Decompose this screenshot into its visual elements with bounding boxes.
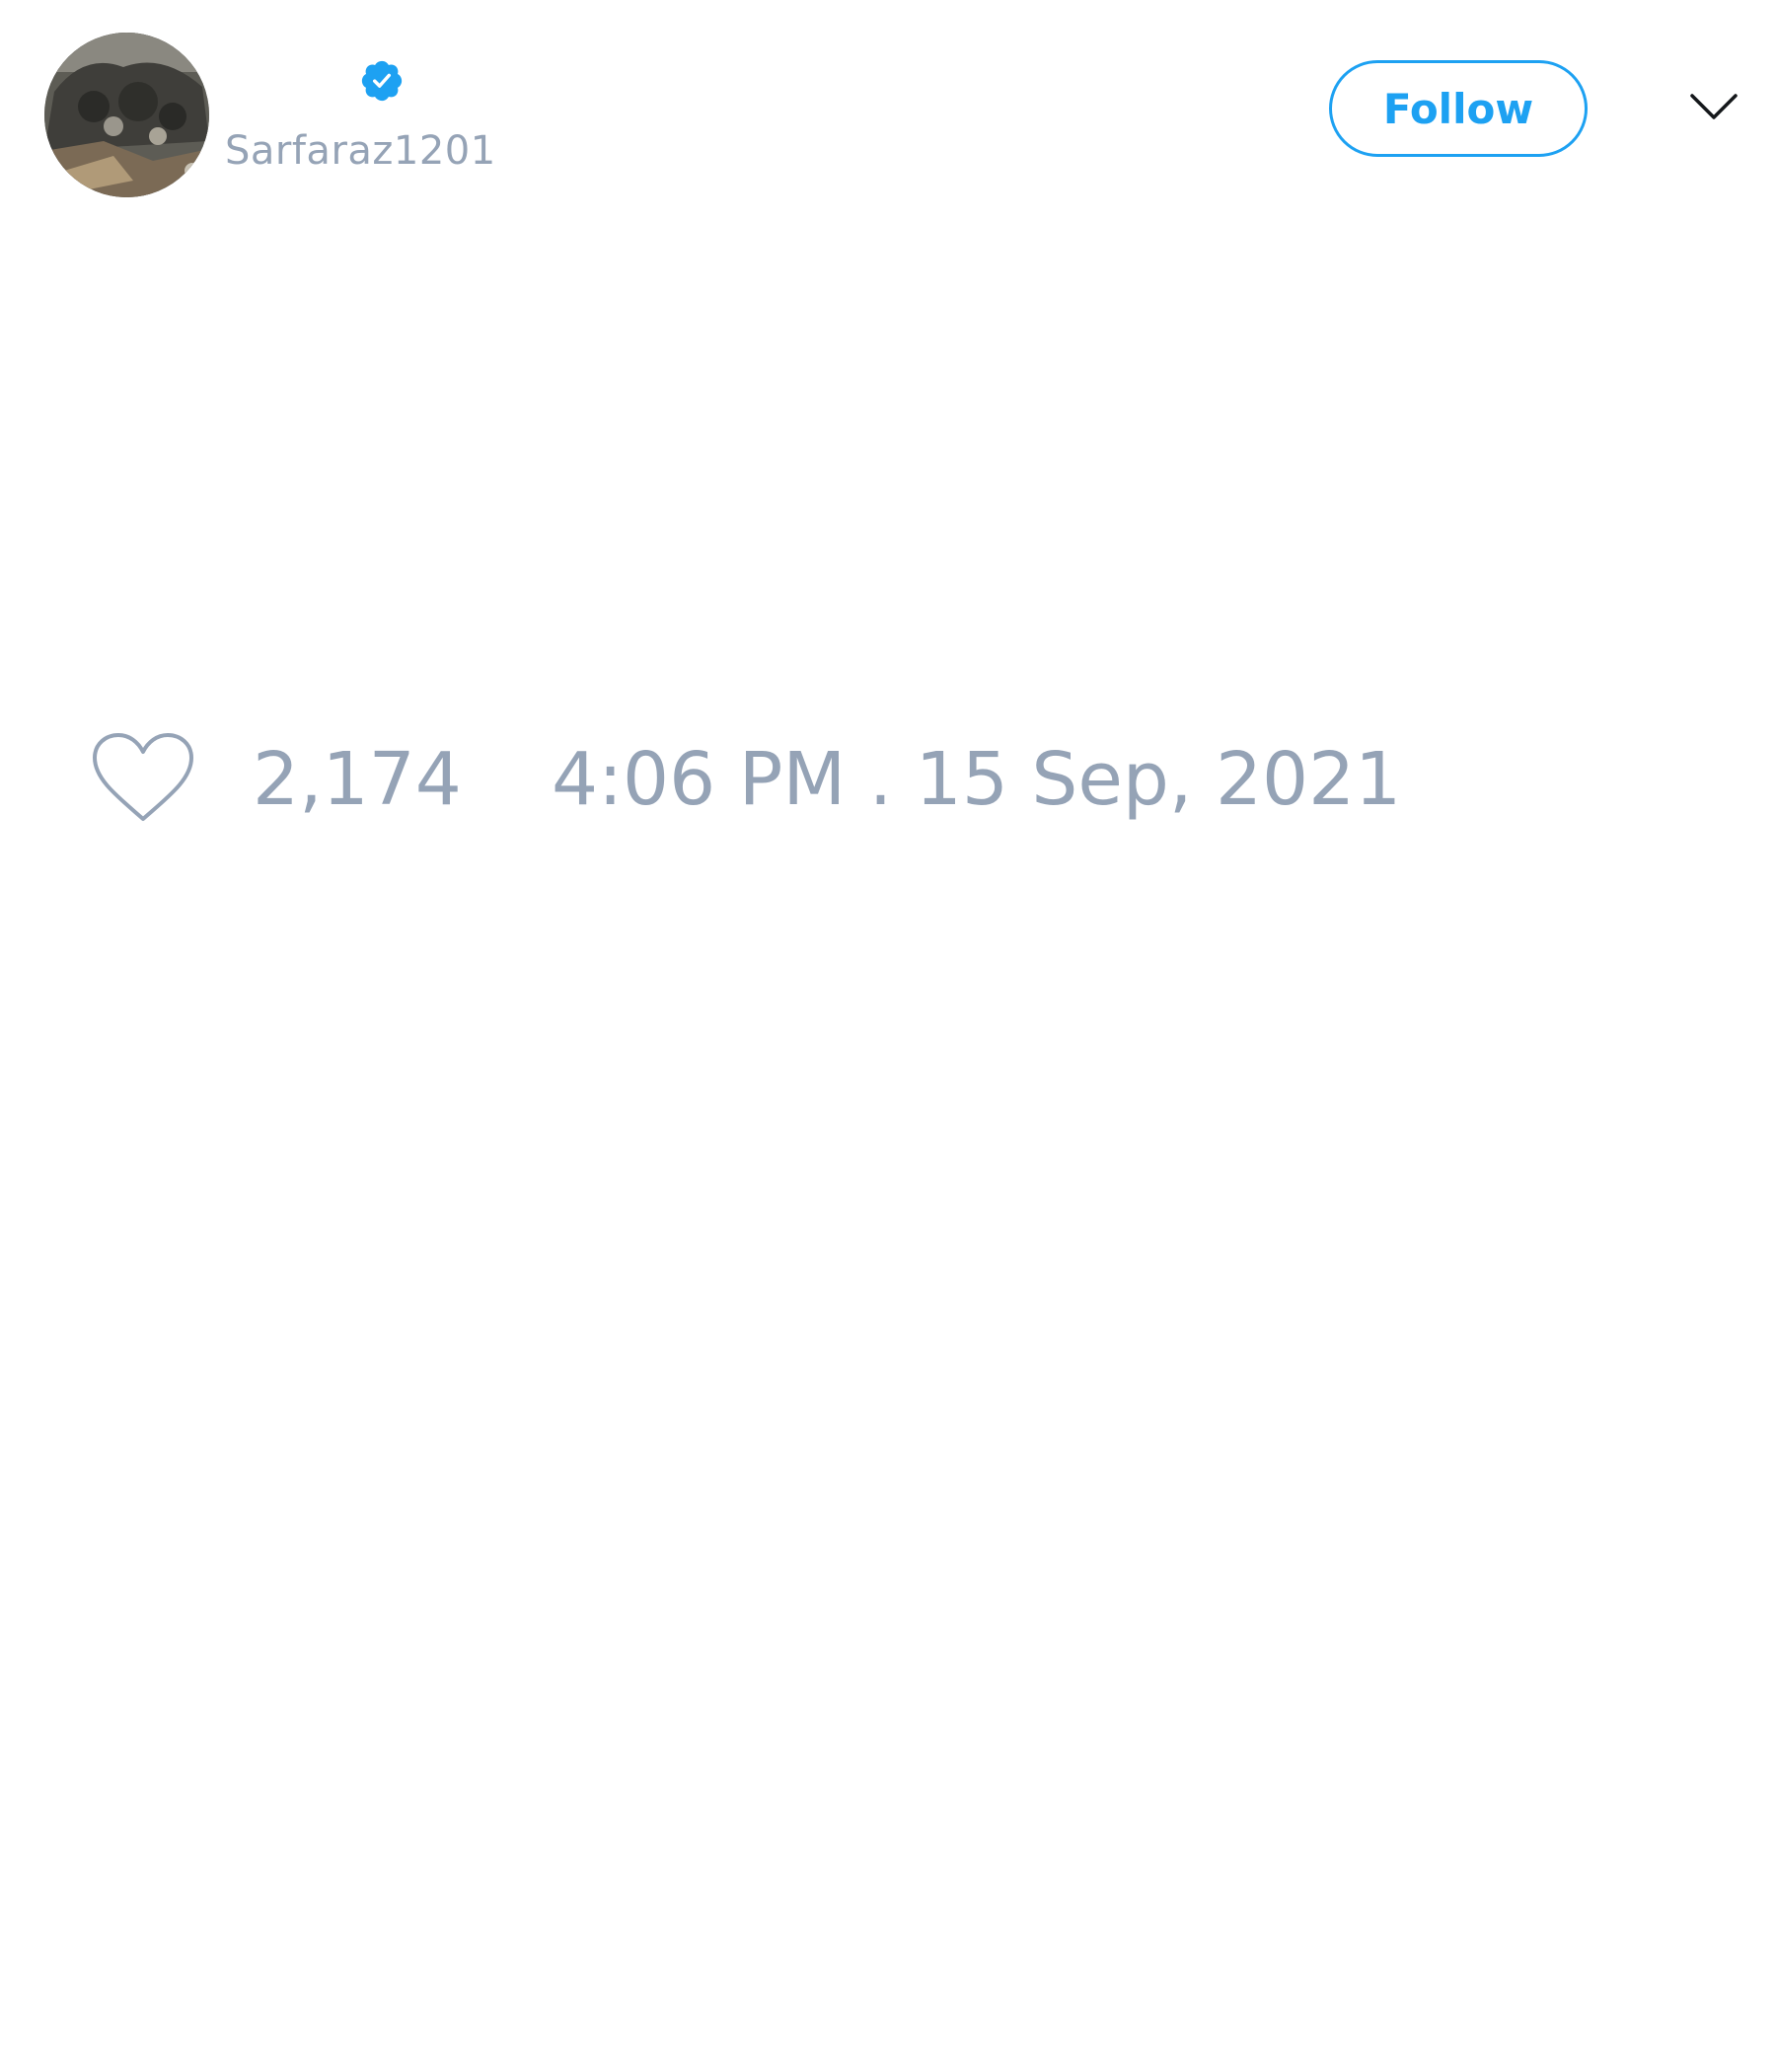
chevron-down-icon[interactable] [1689, 91, 1739, 124]
like-count: 2,174 [253, 737, 462, 822]
follow-button[interactable]: Follow [1329, 60, 1588, 157]
heart-icon[interactable] [89, 730, 197, 825]
author-handle[interactable]: Sarfaraz1201 [225, 126, 496, 176]
verified-badge-icon [361, 60, 403, 102]
tweet-timestamp[interactable]: 4:06 PM . 15 Sep, 2021 [552, 735, 1401, 824]
avatar-image [44, 33, 209, 197]
tweet-card: Sarfaraz1201 Follow 2,174 4:06 PM . 15 S… [0, 0, 1776, 2072]
avatar[interactable] [44, 33, 209, 197]
